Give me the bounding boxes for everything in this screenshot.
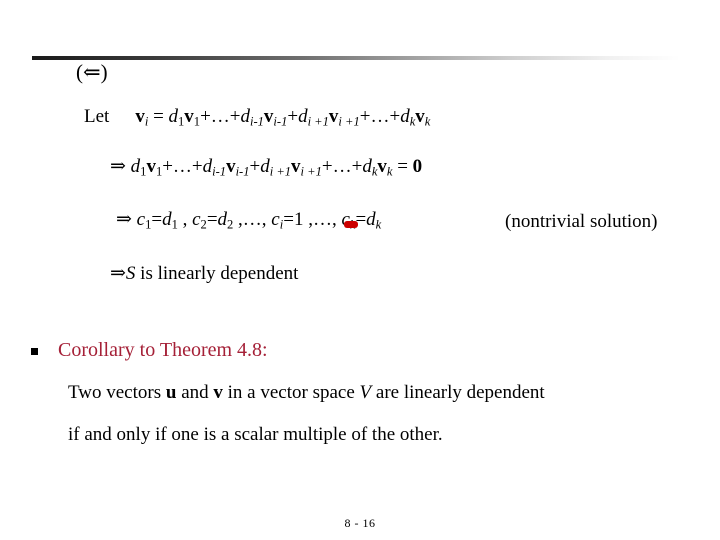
vector-v-lhs: v: [135, 106, 145, 127]
vector-v-ip1-b-sub: i +1: [300, 164, 322, 179]
comma-1: ,: [182, 209, 188, 230]
proof-direction-marker: (⇐): [76, 60, 108, 84]
vector-v-im1: v: [263, 106, 274, 127]
slide-number-footer: 8 - 16: [344, 516, 376, 530]
ellipsis-1: …: [210, 106, 230, 127]
vector-v-lhs-sub: i: [144, 114, 149, 129]
zero-vector: 0: [412, 156, 423, 177]
coef-d-im1-b-sub: i-1: [212, 164, 227, 179]
equation-coefficients-line: ⇒ c1=d1 , c2=d2 ,…, ci=1 ,…, ck=dk: [116, 209, 382, 232]
vector-v-im1-b: v: [226, 156, 236, 177]
coef-c-2-rhs: d: [217, 209, 228, 230]
coef-c-i-rhs: 1: [293, 209, 304, 230]
nontrivial-solution-note: (nontrivial solution): [505, 211, 658, 232]
coef-d-1: d: [168, 106, 179, 127]
coef-d-ip1-b: d: [260, 156, 270, 177]
equals-sign: =: [153, 106, 164, 127]
ellipsis-6: …: [312, 209, 332, 230]
ellipsis-4: …: [332, 156, 352, 177]
equation-zero-line: ⇒ d1v1+…+di-1vi-1+di +1vi +1+…+dkvk = 0: [110, 156, 423, 179]
vector-v-k-b: v: [377, 156, 387, 177]
coef-c-2-sub: 2: [200, 217, 207, 232]
corollary-title: Corollary to Theorem 4.8:: [58, 339, 268, 361]
coef-c-2-rhs-sub: 2: [227, 217, 234, 232]
ellipsis-2: …: [370, 106, 390, 127]
vector-v-1-b-sub: 1: [155, 164, 163, 179]
square-bullet-icon: [31, 348, 38, 355]
coef-c-i-sub: i: [279, 217, 284, 232]
coef-c-1-rhs: d: [162, 209, 172, 230]
coef-d-ip1-sub: i +1: [307, 114, 329, 129]
coef-d-1-b: d: [130, 156, 141, 177]
coef-d-k: d: [400, 106, 410, 127]
ellipsis-5: …: [242, 209, 262, 230]
conclusion-line: ⇒S is linearly dependent: [110, 262, 298, 285]
equation-let-body: vi = d1v1+…+di-1vi-1+di +1vi +1+…+dkvk: [135, 106, 431, 129]
coef-d-im1: d: [240, 106, 251, 127]
vector-v-k: v: [415, 106, 425, 127]
coef-c-k-rhs: d: [366, 209, 376, 230]
header-divider-rule: [32, 56, 700, 60]
vector-v-k-sub: k: [424, 114, 431, 129]
ellipsis-3: …: [172, 156, 192, 177]
vector-v-ip1: v: [328, 106, 339, 127]
corollary-after-v: in a vector space: [222, 382, 360, 403]
corollary-between: and: [176, 382, 214, 403]
corollary-tail: are linearly dependent: [371, 382, 545, 403]
coef-d-k-b: d: [362, 156, 372, 177]
vector-v-k-b-sub: k: [386, 164, 393, 179]
vector-v-ip1-b: v: [291, 156, 301, 177]
red-annotation-mark: [344, 221, 358, 228]
coef-c-k-rhs-sub: k: [375, 217, 382, 232]
corollary-statement-line-1: Two vectors u and v in a vector space V …: [68, 382, 545, 404]
equation-let-line: Let vi = d1v1+…+di-1vi-1+di +1vi +1+…+dkv…: [84, 106, 430, 128]
coef-d-im1-sub: i-1: [250, 114, 264, 129]
equals-sign-2: =: [397, 156, 408, 177]
comma-5: ,: [331, 209, 337, 230]
let-keyword: Let: [84, 106, 110, 127]
corollary-statement-line-2: if and only if one is a scalar multiple …: [68, 424, 443, 445]
vector-v: v: [213, 382, 223, 403]
conclusion-text: is linearly dependent: [135, 263, 299, 284]
set-name-S: S: [125, 263, 136, 284]
vector-v-1-b: v: [146, 156, 156, 177]
vector-space-V: V: [359, 382, 372, 403]
coef-c-2: c: [192, 209, 201, 230]
implies-arrow-2: ⇒: [116, 209, 132, 230]
coef-c-1-rhs-sub: 1: [171, 217, 178, 232]
coef-d-im1-b: d: [202, 156, 213, 177]
implies-arrow-1: ⇒: [110, 156, 126, 177]
vector-v-im1-sub: i-1: [273, 114, 288, 129]
vector-v-1-sub: 1: [193, 114, 201, 129]
coef-c-1: c: [136, 209, 146, 230]
coef-c-i: c: [271, 209, 280, 230]
corollary-prefix: Two vectors: [68, 382, 166, 403]
coef-c-1-sub: 1: [145, 217, 152, 232]
vector-u: u: [165, 382, 177, 403]
vector-v-im1-b-sub: i-1: [235, 164, 250, 179]
coef-d-ip1: d: [298, 106, 308, 127]
implies-arrow-3: ⇒: [110, 263, 126, 284]
slide-canvas: (⇐) Let vi = d1v1+…+di-1vi-1+di +1vi +1+……: [0, 0, 720, 540]
vector-v-ip1-sub: i +1: [338, 114, 360, 129]
comma-3: ,: [261, 209, 267, 230]
coef-d-ip1-b-sub: i +1: [269, 164, 292, 179]
vector-v-1: v: [184, 106, 194, 127]
